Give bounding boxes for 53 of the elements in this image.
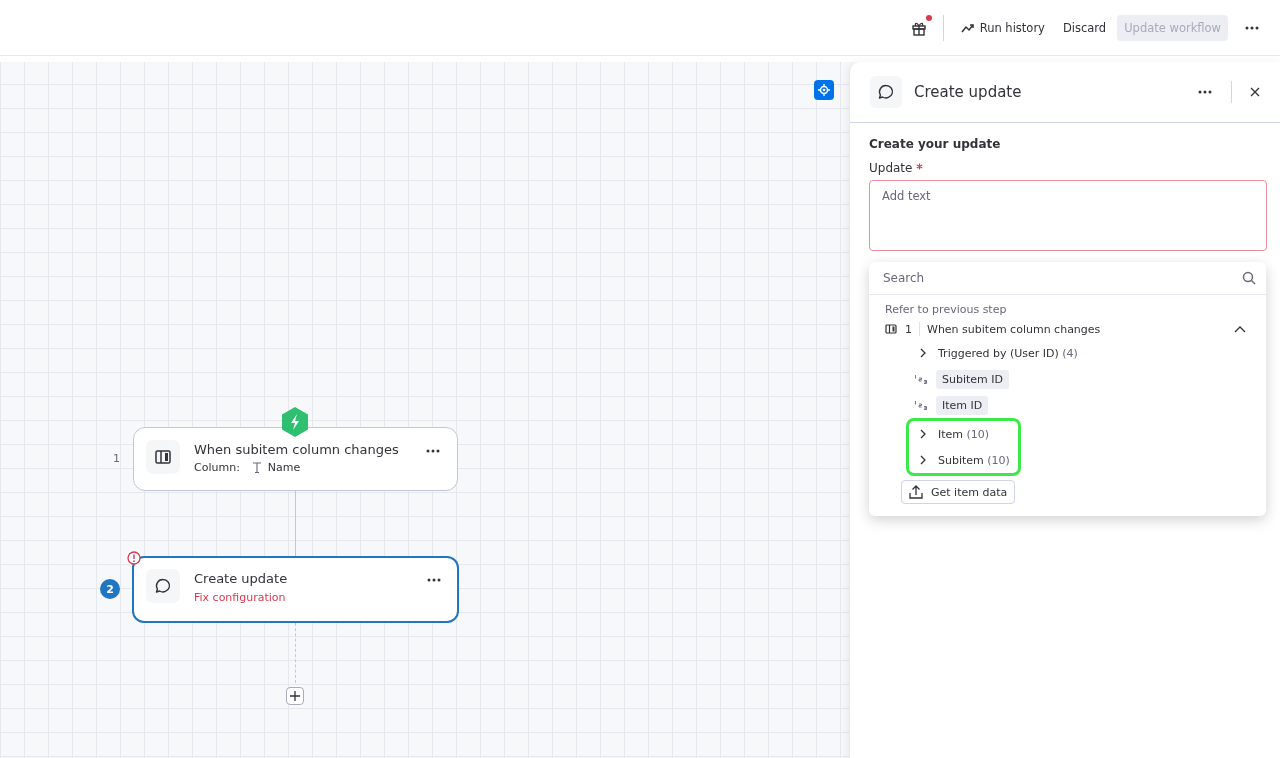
variable-chip[interactable]: Item ID xyxy=(936,395,989,415)
plus-icon xyxy=(290,691,300,701)
number-type-icon xyxy=(914,400,928,410)
error-icon xyxy=(127,551,141,565)
step-number: 2 xyxy=(100,579,120,599)
upload-icon xyxy=(909,485,923,499)
step-title: When subitem column changes xyxy=(927,322,1102,336)
chat-bubble-icon xyxy=(154,577,172,595)
column-name: Name xyxy=(267,461,301,474)
chevron-right-icon xyxy=(918,454,928,466)
step-number: 1 xyxy=(113,452,120,465)
step-card[interactable]: Create update Fix configuration xyxy=(132,556,459,623)
chevron-up-icon xyxy=(1234,325,1246,333)
search-field[interactable]: Search xyxy=(881,270,1242,286)
search-icon xyxy=(1242,271,1256,285)
get-item-data-button[interactable]: Get item data xyxy=(901,480,1016,504)
more-icon xyxy=(1244,24,1260,31)
more-icon xyxy=(426,577,442,583)
connector-line xyxy=(295,623,296,683)
step-row[interactable]: 1 When subitem column changes xyxy=(885,322,1250,336)
close-icon xyxy=(1250,87,1260,97)
chat-bubble-icon xyxy=(877,83,895,101)
step-number: 1 xyxy=(905,322,912,336)
column-label: Column: xyxy=(194,461,240,474)
step-title: When subitem column changes xyxy=(194,442,400,457)
variable-chip[interactable]: Subitem ID xyxy=(936,369,1009,389)
step-card[interactable]: When subitem column changes Column: Name xyxy=(133,427,458,491)
number-type-icon xyxy=(914,374,928,384)
chevron-right-icon xyxy=(918,347,928,359)
update-text-field[interactable]: Add text xyxy=(869,180,1267,251)
step-title: Create update xyxy=(194,571,289,586)
status-text: Fix configuration xyxy=(194,591,287,604)
tree-item[interactable]: Item (10) xyxy=(914,421,1010,447)
trend-icon xyxy=(960,21,975,34)
board-icon xyxy=(885,323,897,335)
more-icon xyxy=(425,448,441,454)
tree-item[interactable]: Subitem (10) xyxy=(914,447,1010,473)
tree-item[interactable]: Triggered by (User ID) (4) xyxy=(914,340,1078,366)
more-icon xyxy=(1197,89,1213,95)
target-icon xyxy=(818,84,830,96)
connector-line xyxy=(295,491,296,556)
panel-title: Create update xyxy=(914,83,1023,101)
trigger-bolt-icon xyxy=(280,406,310,438)
board-icon xyxy=(154,448,172,466)
discard-button[interactable]: Discard xyxy=(1055,14,1114,41)
text-type-icon xyxy=(251,462,262,473)
section-title: Create your update xyxy=(869,137,1002,151)
chevron-right-icon xyxy=(918,428,928,440)
add-step-button[interactable] xyxy=(286,687,304,705)
run-history-button[interactable]: Run history xyxy=(953,14,1052,41)
field-label: Update xyxy=(869,161,1267,175)
list-heading: Refer to previous step xyxy=(885,303,1008,316)
recenter-button[interactable] xyxy=(814,80,834,100)
